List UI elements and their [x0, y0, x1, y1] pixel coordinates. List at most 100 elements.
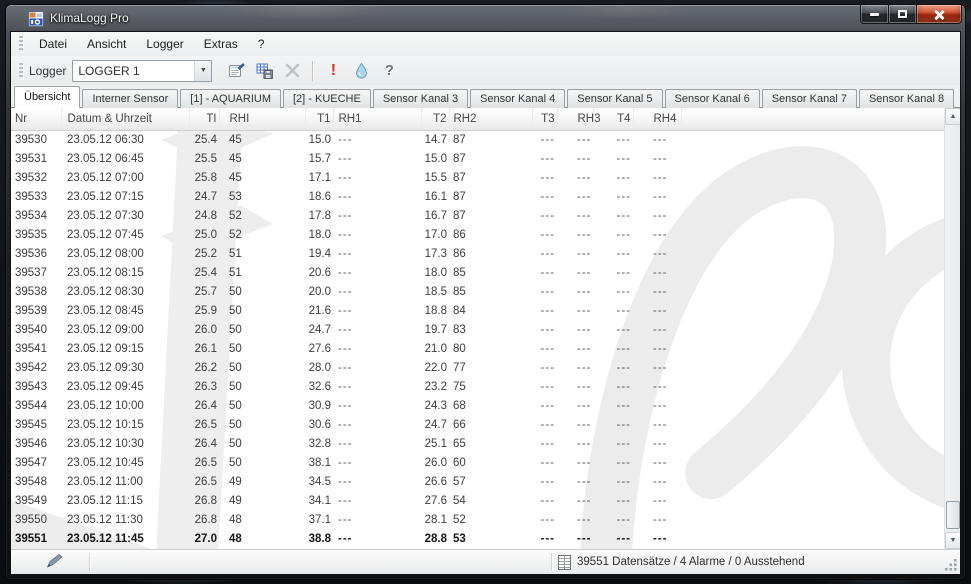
statusbar-separator — [89, 553, 90, 571]
table-row[interactable]: 3954923.05.12 11:1526.84934.1---27.654--… — [11, 492, 946, 511]
col-header-rh2[interactable]: RH2 — [449, 108, 532, 130]
col-header-rhi[interactable]: RHI — [219, 108, 305, 130]
help-button[interactable]: ? — [376, 59, 402, 83]
tab-kanal-2[interactable]: [2] - KUECHE — [283, 89, 371, 108]
cell-rh3: --- — [557, 473, 593, 492]
tab-kanal-7[interactable]: Sensor Kanal 7 — [762, 89, 857, 108]
table-row[interactable]: 3955123.05.12 11:4527.04838.8---28.853--… — [11, 530, 946, 549]
cell-rh3: --- — [557, 492, 593, 511]
table-row[interactable]: 3954423.05.12 10:0026.45030.9---24.368--… — [11, 397, 946, 416]
logger-combobox[interactable]: LOGGER 1 ▼ — [72, 60, 212, 82]
col-header-ti[interactable]: TI — [189, 108, 219, 130]
scrollbar-down-button[interactable]: ▼ — [945, 532, 960, 549]
cell-rh2: 65 — [449, 435, 532, 454]
tab-kanal-1[interactable]: [1] - AQUARIUM — [180, 89, 281, 108]
cell-t3: --- — [532, 245, 557, 264]
cell-t2: 17.0 — [421, 226, 449, 245]
table-row[interactable]: 3953923.05.12 08:4525.95021.6---18.884--… — [11, 302, 946, 321]
table-row[interactable]: 3953823.05.12 08:3025.75020.0---18.585--… — [11, 283, 946, 302]
col-header-nr[interactable]: Nr — [11, 108, 61, 130]
menu-item-logger[interactable]: Logger — [136, 35, 193, 53]
cell-rhi: 50 — [219, 321, 305, 340]
cell-t3: --- — [532, 169, 557, 188]
tab-uebersicht[interactable]: Übersicht — [14, 86, 80, 108]
cell-rhi: 48 — [219, 530, 305, 549]
col-header-t2[interactable]: T2 — [421, 108, 449, 130]
tab-kanal-5[interactable]: Sensor Kanal 5 — [567, 89, 662, 108]
table-row[interactable]: 3953423.05.12 07:3024.85217.8---16.787--… — [11, 207, 946, 226]
col-header-rh1[interactable]: RH1 — [333, 108, 421, 130]
table-row[interactable]: 3954723.05.12 10:4526.55038.1---26.060--… — [11, 454, 946, 473]
table-row[interactable]: 3953723.05.12 08:1525.45120.6---18.085--… — [11, 264, 946, 283]
col-header-t1[interactable]: T1 — [305, 108, 333, 130]
cell-t3: --- — [532, 511, 557, 530]
menubar: DateiAnsichtLoggerExtras? — [11, 32, 960, 56]
cell-t1: 38.8 — [305, 530, 333, 549]
scrollbar-up-button[interactable]: ▲ — [945, 108, 960, 125]
statusbar: 39551 Datensätze / 4 Alarme / 0 Ausstehe… — [11, 549, 960, 574]
cell-t3: --- — [532, 207, 557, 226]
tab-interner-sensor[interactable]: Interner Sensor — [82, 89, 178, 108]
cell-datum: 23.05.12 09:15 — [61, 340, 189, 359]
save-data-button[interactable] — [251, 59, 277, 83]
table-row[interactable]: 3953523.05.12 07:4525.05218.0---17.086--… — [11, 226, 946, 245]
menu-item-hilfe[interactable]: ? — [248, 35, 275, 53]
cell-t1: 19.4 — [305, 245, 333, 264]
resize-grip-icon[interactable] — [945, 559, 958, 572]
tab-kanal-8[interactable]: Sensor Kanal 8 — [859, 89, 954, 108]
col-header-rh3[interactable]: RH3 — [557, 108, 593, 130]
cell-datum: 23.05.12 08:00 — [61, 245, 189, 264]
table-row[interactable]: 3954623.05.12 10:3026.45032.8---25.165--… — [11, 435, 946, 454]
cell-rhi: 50 — [219, 283, 305, 302]
table-row[interactable]: 3954023.05.12 09:0026.05024.7---19.783--… — [11, 321, 946, 340]
delete-button[interactable] — [279, 59, 305, 83]
table-row[interactable]: 3954223.05.12 09:3026.25028.0---22.077--… — [11, 359, 946, 378]
tab-kanal-3[interactable]: Sensor Kanal 3 — [373, 89, 468, 108]
vertical-scrollbar[interactable]: ▲ ▼ — [944, 108, 960, 549]
properties-button[interactable] — [223, 59, 249, 83]
table-row[interactable]: 3953123.05.12 06:4525.54515.7---15.087--… — [11, 150, 946, 169]
table-row[interactable]: 3955023.05.12 11:3026.84837.1---28.152--… — [11, 511, 946, 530]
toolbar-gripper-icon[interactable] — [19, 63, 23, 79]
cell-rh4: --- — [633, 511, 681, 530]
scrollbar-thumb[interactable] — [946, 501, 960, 529]
cell-rhi: 50 — [219, 397, 305, 416]
cell-ti: 26.8 — [189, 511, 219, 530]
table-row[interactable]: 3954323.05.12 09:4526.35032.6---23.275--… — [11, 378, 946, 397]
tab-kanal-4[interactable]: Sensor Kanal 4 — [470, 89, 565, 108]
col-header-t3[interactable]: T3 — [532, 108, 557, 130]
table-row[interactable]: 3954823.05.12 11:0026.54934.5---26.657--… — [11, 473, 946, 492]
cell-t4: --- — [593, 511, 633, 530]
cell-rh4: --- — [633, 245, 681, 264]
cell-t1: 32.8 — [305, 435, 333, 454]
table-row[interactable]: 3953023.05.12 06:3025.44515.0---14.787--… — [11, 130, 946, 150]
minimize-button[interactable] — [860, 4, 889, 24]
cell-rh4: --- — [633, 340, 681, 359]
menubar-gripper-icon[interactable] — [19, 36, 23, 52]
humidity-button[interactable] — [348, 59, 374, 83]
table-row[interactable]: 3953623.05.12 08:0025.25119.4---17.386--… — [11, 245, 946, 264]
menu-item-datei[interactable]: Datei — [29, 35, 77, 53]
col-header-rh4[interactable]: RH4 — [633, 108, 681, 130]
cell-t4: --- — [593, 340, 633, 359]
maximize-button[interactable] — [889, 4, 916, 24]
table-row[interactable]: 3954523.05.12 10:1526.55030.6---24.766--… — [11, 416, 946, 435]
menu-item-extras[interactable]: Extras — [194, 35, 248, 53]
alarm-button[interactable]: ! — [320, 59, 346, 83]
cell-rh1: --- — [333, 511, 421, 530]
menu-item-ansicht[interactable]: Ansicht — [77, 35, 136, 53]
cell-t2: 14.7 — [421, 130, 449, 150]
cell-nr: 39536 — [11, 245, 61, 264]
cell-t1: 15.0 — [305, 130, 333, 150]
close-button[interactable] — [916, 4, 962, 24]
scroll-up-icon: ▲ — [950, 113, 957, 120]
cell-rh2: 54 — [449, 492, 532, 511]
cell-rh4: --- — [633, 397, 681, 416]
col-header-datum[interactable]: Datum & Uhrzeit — [61, 108, 189, 130]
tab-kanal-6[interactable]: Sensor Kanal 6 — [665, 89, 760, 108]
cell-rhi: 51 — [219, 245, 305, 264]
table-row[interactable]: 3954123.05.12 09:1526.15027.6---21.080--… — [11, 340, 946, 359]
cell-rh1: --- — [333, 473, 421, 492]
table-row[interactable]: 3953223.05.12 07:0025.84517.1---15.587--… — [11, 169, 946, 188]
table-row[interactable]: 3953323.05.12 07:1524.75318.6---16.187--… — [11, 188, 946, 207]
